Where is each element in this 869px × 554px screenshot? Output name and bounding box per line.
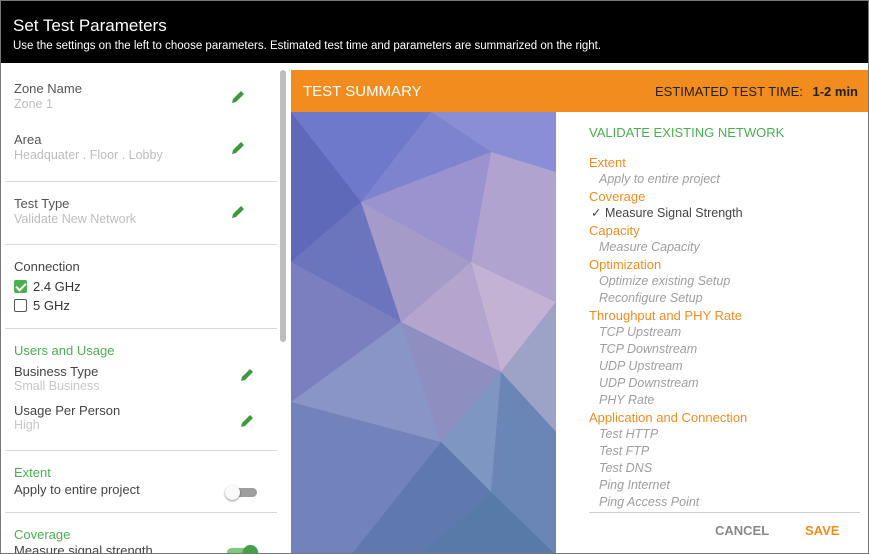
summary-item: Reconfigure Setup	[599, 291, 703, 305]
edit-test-type-pencil-icon[interactable]	[229, 203, 247, 221]
extent-title: Extent	[14, 465, 51, 480]
zone-name-field: Zone Name Zone 1	[5, 68, 277, 120]
test-type-section: Test Type Validate New Network	[5, 182, 277, 245]
summary-item: Ping Access Point	[599, 495, 700, 509]
coverage-title: Coverage	[14, 527, 71, 542]
summary-category: Coverage	[589, 189, 646, 204]
summary-headline: VALIDATE EXISTING NETWORK	[589, 125, 785, 140]
summary-item: PHY Rate	[599, 393, 655, 407]
coverage-toggle[interactable]	[225, 545, 259, 553]
estimated-time: ESTIMATED TEST TIME: 1-2 min	[655, 84, 858, 99]
summary-item: Test HTTP	[599, 427, 659, 441]
summary-category: Capacity	[589, 223, 640, 238]
parameters-panel: Zone Name Zone 1 Area Headquater . Floor…	[5, 68, 277, 553]
summary-item: TCP Downstream	[599, 342, 698, 356]
users-usage-title: Users and Usage	[14, 343, 115, 358]
edit-zone-pencil-icon[interactable]	[229, 88, 247, 106]
test-summary-list: VALIDATE EXISTING NETWORK Extent Apply to…	[589, 125, 859, 511]
summary-item: Test FTP	[599, 444, 650, 458]
users-usage-section: Users and Usage Business Type Small Busi…	[5, 329, 277, 451]
coverage-toggle-knob	[243, 545, 258, 553]
footer-divider	[589, 512, 860, 513]
summary-item: UDP Downstream	[599, 376, 699, 390]
cancel-button[interactable]: CANCEL	[715, 523, 769, 538]
summary-item: Test DNS	[599, 461, 653, 475]
extent-toggle[interactable]	[225, 485, 259, 500]
summary-bar-title: TEST SUMMARY	[303, 83, 422, 100]
estimated-time-label: ESTIMATED TEST TIME:	[655, 84, 803, 99]
summary-category: Extent	[589, 155, 626, 170]
extent-section: Extent Apply to entire project	[5, 451, 277, 513]
test-parameters-dialog: Set Test Parameters Use the settings on …	[0, 0, 869, 554]
summary-item: UDP Upstream	[599, 359, 683, 373]
summary-item: Ping Internet	[599, 478, 670, 492]
connection-label: Connection	[14, 259, 80, 274]
summary-category: Application and Connection	[589, 410, 748, 425]
decorative-art-image	[291, 112, 556, 553]
polygon-art-graphic	[291, 112, 556, 553]
dialog-header: Set Test Parameters Use the settings on …	[1, 1, 868, 63]
edit-area-pencil-icon[interactable]	[229, 139, 247, 157]
summary-item-selected: ✓ Measure Signal Strength	[591, 206, 743, 220]
extent-toggle-knob	[225, 485, 240, 500]
connection-section: Connection 2.4 GHz 5 GHz	[5, 245, 277, 329]
zone-area-section: Zone Name Zone 1 Area Headquater . Floor…	[5, 68, 277, 182]
summary-category: Throughput and PHY Rate	[589, 308, 742, 323]
summary-item: Measure Capacity	[599, 240, 700, 254]
summary-item: TCP Upstream	[599, 325, 682, 339]
left-panel-scrollbar[interactable]	[280, 70, 286, 342]
dialog-subtitle: Use the settings on the left to choose p…	[13, 40, 602, 52]
summary-sections: Extent Apply to entire project Coverage ✓ M…	[589, 154, 859, 511]
option-2-4ghz-label: 2.4 GHz	[33, 279, 81, 294]
test-type-field: Test Type Validate New Network	[5, 182, 277, 234]
checkbox-empty-icon[interactable]	[14, 299, 27, 312]
summary-category: Optimization	[589, 257, 662, 272]
option-5ghz[interactable]: 5 GHz	[14, 296, 277, 315]
option-2-4ghz[interactable]: 2.4 GHz	[14, 277, 277, 296]
edit-business-type-pencil-icon[interactable]	[238, 366, 256, 384]
summary-bar: TEST SUMMARY ESTIMATED TEST TIME: 1-2 mi…	[291, 70, 868, 112]
edit-usage-pencil-icon[interactable]	[238, 412, 256, 430]
summary-item: Apply to entire project	[599, 172, 720, 186]
save-button[interactable]: SAVE	[805, 523, 839, 538]
option-5ghz-label: 5 GHz	[33, 298, 70, 313]
summary-item: Optimize existing Setup	[599, 274, 731, 288]
checkbox-checked-icon[interactable]	[14, 280, 27, 293]
area-field: Area Headquater . Floor . Lobby	[5, 120, 277, 178]
coverage-section: Coverage Measure signal strength	[5, 513, 277, 553]
estimated-time-value: 1-2 min	[812, 84, 858, 99]
dialog-title: Set Test Parameters	[13, 16, 167, 35]
